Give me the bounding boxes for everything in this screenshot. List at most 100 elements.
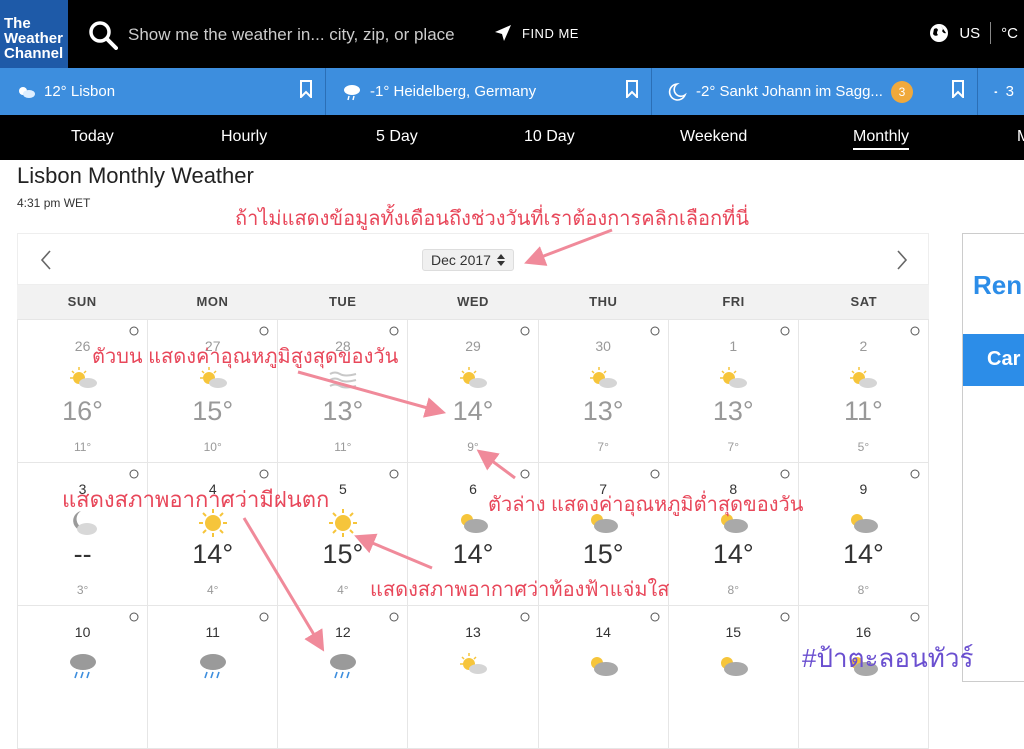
ad-button[interactable]: Car (963, 334, 1024, 386)
weekday-label: MON (196, 294, 229, 309)
moon-phase-icon (520, 612, 530, 622)
search-input[interactable] (128, 22, 488, 48)
moon-phase-icon (259, 326, 269, 336)
tab-today[interactable]: Today (71, 128, 114, 146)
tab-monthly[interactable]: Monthly (853, 128, 910, 150)
high-temp: 14° (452, 539, 494, 569)
calendar-day[interactable]: 2 11° 5° (798, 320, 928, 462)
calendar-day[interactable]: 11 (148, 606, 278, 748)
low-temp: 9° (467, 440, 479, 454)
day-number: 15 (725, 624, 742, 640)
calendar-day[interactable]: 8 14° 8° (668, 463, 798, 605)
high-temp: 13° (322, 396, 364, 426)
day-number: 14 (595, 624, 611, 640)
tab-5-day[interactable]: 5 Day (376, 128, 418, 146)
low-temp: 8° (727, 583, 740, 597)
calendar-day[interactable]: 30 13° 7° (538, 320, 668, 462)
tab-hourly[interactable]: Hourly (221, 128, 267, 146)
region-label[interactable]: US (959, 25, 980, 42)
day-number: 29 (465, 338, 481, 354)
saved-location-next[interactable]: 3 (978, 68, 1024, 115)
month-dropdown-value: Dec 2017 (431, 252, 491, 268)
calendar-day[interactable]: 14 (538, 606, 668, 748)
moon-phase-icon (910, 469, 920, 479)
saved-location-sankt-johann[interactable]: -2° Sankt Johann im Sagg... 3 (652, 68, 978, 115)
logo-line: Weather (4, 30, 63, 47)
calendar-day[interactable]: 15 (668, 606, 798, 748)
moon-phase-icon (780, 612, 790, 622)
partly-cloudy-icon (721, 657, 749, 676)
annotation-rain: แสดงสภาพอากาศว่ามีฝนตก (62, 487, 330, 512)
annotation-high-temp: ตัวบน แสดงค่าอุณหภูมิสูงสุดของวัน (92, 346, 399, 368)
weekday-header: SUN MON TUE WED THU FRI SAT (17, 285, 929, 319)
tab-10-day[interactable]: 10 Day (524, 128, 575, 146)
weekday-label: FRI (722, 294, 745, 309)
annotation-clear-sky: แสดงสภาพอากาศว่าท้องฟ้าแจ่มใส (370, 579, 670, 601)
tab-more[interactable]: M (1017, 128, 1024, 146)
low-temp: 10° (203, 440, 222, 454)
day-number: 10 (74, 624, 91, 640)
rain-icon (329, 654, 356, 679)
globe-icon[interactable] (929, 23, 949, 43)
day-number: 9 (859, 481, 868, 497)
calendar-day[interactable]: 13 (408, 606, 538, 748)
moon-phase-icon (129, 326, 139, 336)
calendar-day[interactable]: 10 (18, 606, 148, 748)
partly-sunny-icon (590, 367, 618, 388)
annotation-select-month: ถ้าไม่แสดงข้อมูลทั้งเดือนถึงช่วงวันที่เร… (235, 208, 750, 230)
advertisement[interactable]: Ren Car (962, 233, 1024, 682)
low-temp: 4° (206, 583, 219, 597)
bookmark-icon[interactable] (625, 80, 639, 98)
forecast-nav: Today Hourly 5 Day 10 Day Weekend Monthl… (0, 115, 1024, 160)
tab-weekend[interactable]: Weekend (680, 128, 747, 146)
up-down-arrows-icon (496, 254, 505, 266)
moon-phase-icon (910, 612, 920, 622)
saved-location-lisbon[interactable]: 12° Lisbon (0, 68, 326, 115)
calendar-day[interactable]: 12 (278, 606, 408, 748)
calendar-day[interactable]: 9 14° 8° (798, 463, 928, 605)
high-temp: 13° (712, 396, 754, 426)
page-title: Lisbon Monthly Weather (17, 163, 254, 188)
partly-sunny-icon (459, 367, 487, 388)
local-time: 4:31 pm WET (17, 196, 91, 210)
unit-toggle[interactable]: °C (1001, 25, 1018, 42)
chevron-left-icon[interactable] (38, 248, 54, 272)
location-arrow-icon (495, 25, 511, 41)
day-number: 1 (729, 338, 738, 354)
moon-phase-icon (389, 469, 399, 479)
high-temp: -- (73, 539, 92, 569)
annotation-low-temp: ตัวล่าง แสดงค่าอุณหภูมิต่ำสุดของวัน (488, 494, 804, 516)
chevron-right-icon[interactable] (894, 248, 910, 272)
partly-sunny-icon (19, 86, 35, 98)
day-number: 11 (205, 624, 220, 640)
moon-phase-icon (780, 326, 790, 336)
calendar-day[interactable]: 1 13° 7° (668, 320, 798, 462)
low-temp: 8° (857, 583, 870, 597)
high-temp: 14° (712, 539, 754, 569)
partly-sunny-icon (459, 653, 487, 674)
weather-channel-logo[interactable]: The Weather Channel (0, 0, 68, 68)
bookmark-icon[interactable] (299, 80, 313, 98)
high-temp: 14° (452, 396, 494, 426)
high-temp: 15° (582, 539, 624, 569)
partly-sunny-icon (850, 367, 878, 388)
alert-badge[interactable]: 3 (890, 80, 913, 103)
rain-icon (69, 654, 96, 679)
high-temp: 16° (62, 396, 103, 426)
top-bar: The Weather Channel FIND ME US °C (0, 0, 1024, 68)
moon-phase-icon (520, 326, 530, 336)
bookmark-icon[interactable] (951, 80, 965, 98)
search-icon[interactable] (88, 20, 118, 50)
find-me-button[interactable]: FIND ME (494, 24, 579, 42)
weekday-label: TUE (328, 294, 357, 309)
moon-cloud-icon (668, 82, 687, 101)
month-dropdown[interactable]: Dec 2017 (422, 249, 514, 271)
saved-location-heidelberg[interactable]: -1° Heidelberg, Germany (326, 68, 652, 115)
calendar-day[interactable]: 29 14° 9° (408, 320, 538, 462)
low-temp: 11° (73, 440, 92, 454)
low-temp: 7° (597, 440, 609, 454)
moon-phase-icon (389, 612, 399, 622)
rain-icon (199, 654, 226, 679)
logo-line: The (4, 15, 31, 32)
logo-line: Channel (4, 45, 64, 62)
